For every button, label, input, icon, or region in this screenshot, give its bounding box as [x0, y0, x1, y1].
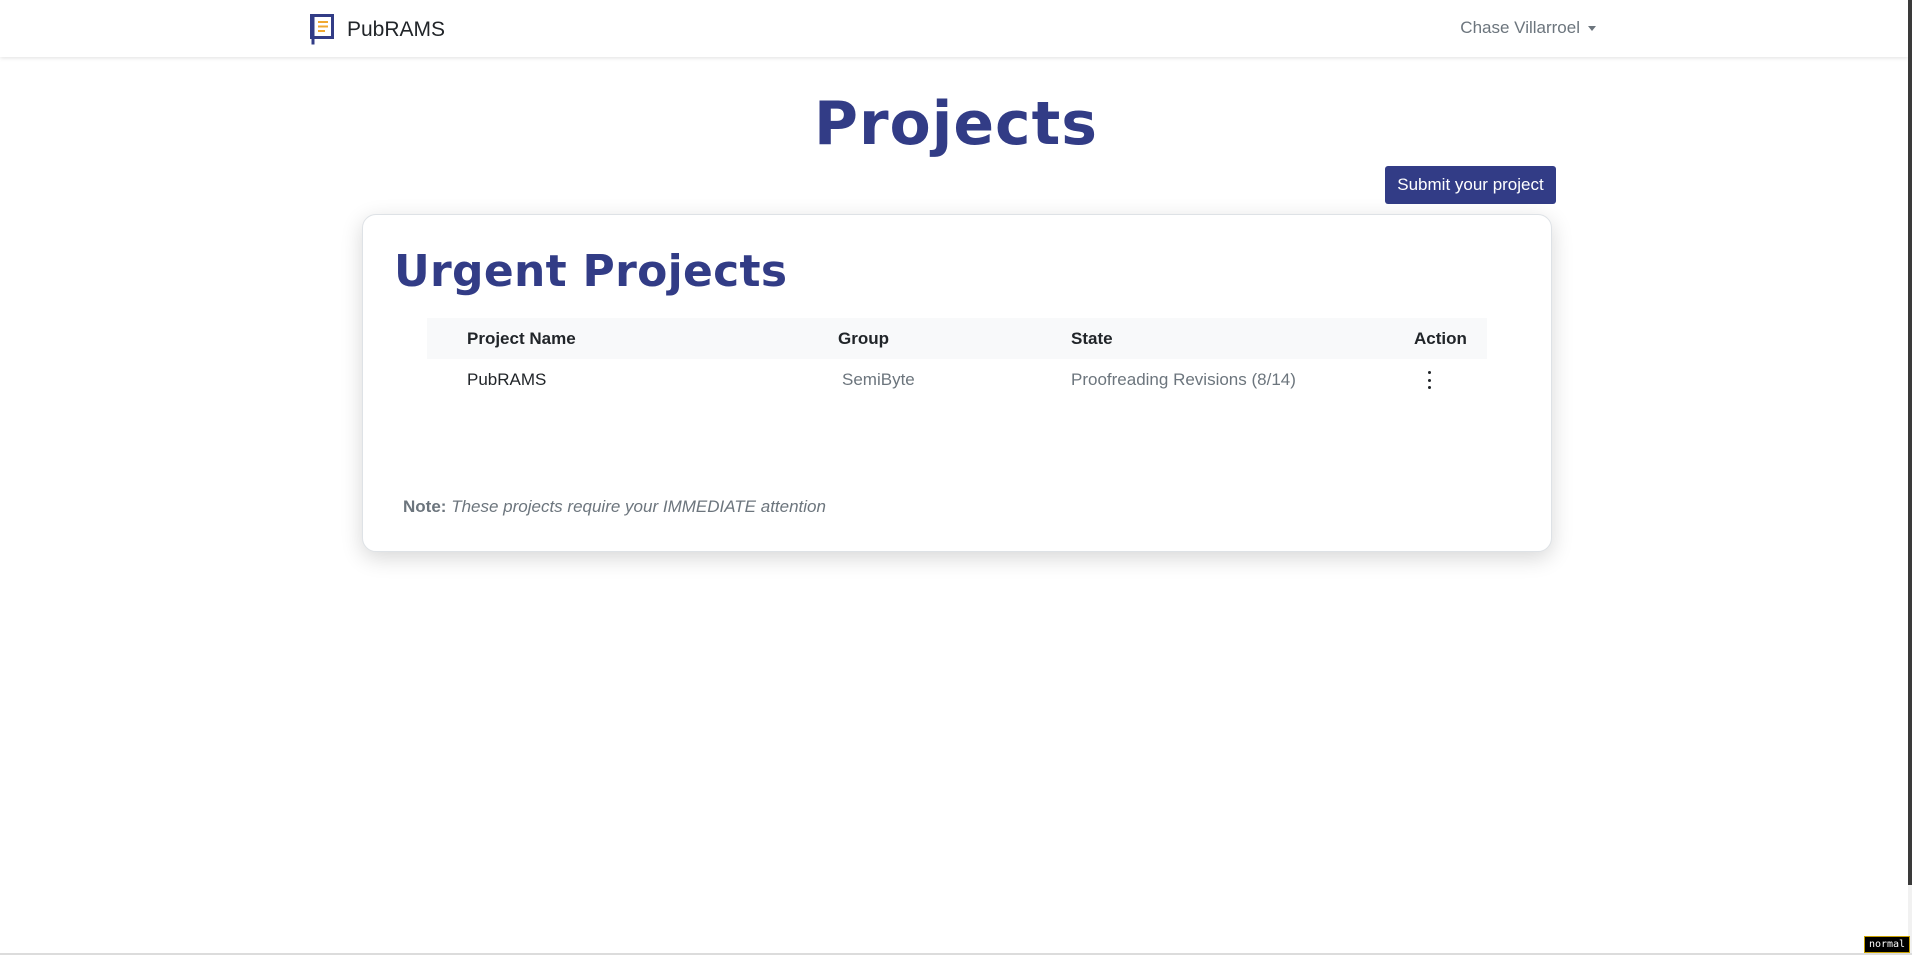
brand-name: PubRAMS: [347, 18, 446, 41]
project-name-cell[interactable]: PubRAMS: [467, 370, 546, 390]
top-navbar: PubRAMS Chase Villarroel: [0, 0, 1908, 57]
card-title: Urgent Projects: [394, 246, 788, 297]
user-name: Chase Villarroel: [1460, 18, 1580, 37]
attention-note: Note: These projects require your IMMEDI…: [403, 497, 826, 517]
urgent-projects-card: Urgent Projects Project Name Group State…: [362, 214, 1552, 552]
document-logo-icon: [310, 14, 334, 45]
note-text: These projects require your IMMEDIATE at…: [451, 497, 826, 516]
mode-indicator: normal: [1864, 936, 1910, 953]
caret-down-icon: [1588, 25, 1596, 31]
column-header-project-name: Project Name: [467, 329, 576, 348]
column-header-action: Action: [1414, 329, 1467, 348]
brand-link[interactable]: PubRAMS: [310, 14, 445, 46]
state-cell: Proofreading Revisions (8/14): [1071, 370, 1296, 389]
submit-project-button[interactable]: Submit your project: [1385, 166, 1556, 204]
page-title: Projects: [813, 89, 1098, 159]
user-menu-dropdown[interactable]: Chase Villarroel: [1460, 18, 1596, 38]
column-header-group: Group: [838, 329, 889, 348]
urgent-projects-table: Project Name Group State Action PubRAMS …: [427, 318, 1487, 399]
table-row: PubRAMS SemiByte Proofreading Revisions …: [427, 359, 1487, 399]
note-label: Note:: [403, 497, 447, 516]
vertical-scrollbar-thumb[interactable]: [1908, 0, 1912, 885]
table-header: Project Name Group State Action: [427, 318, 1487, 359]
group-cell: SemiByte: [842, 370, 915, 389]
more-vertical-icon[interactable]: [1423, 371, 1435, 389]
column-header-state: State: [1071, 329, 1113, 348]
